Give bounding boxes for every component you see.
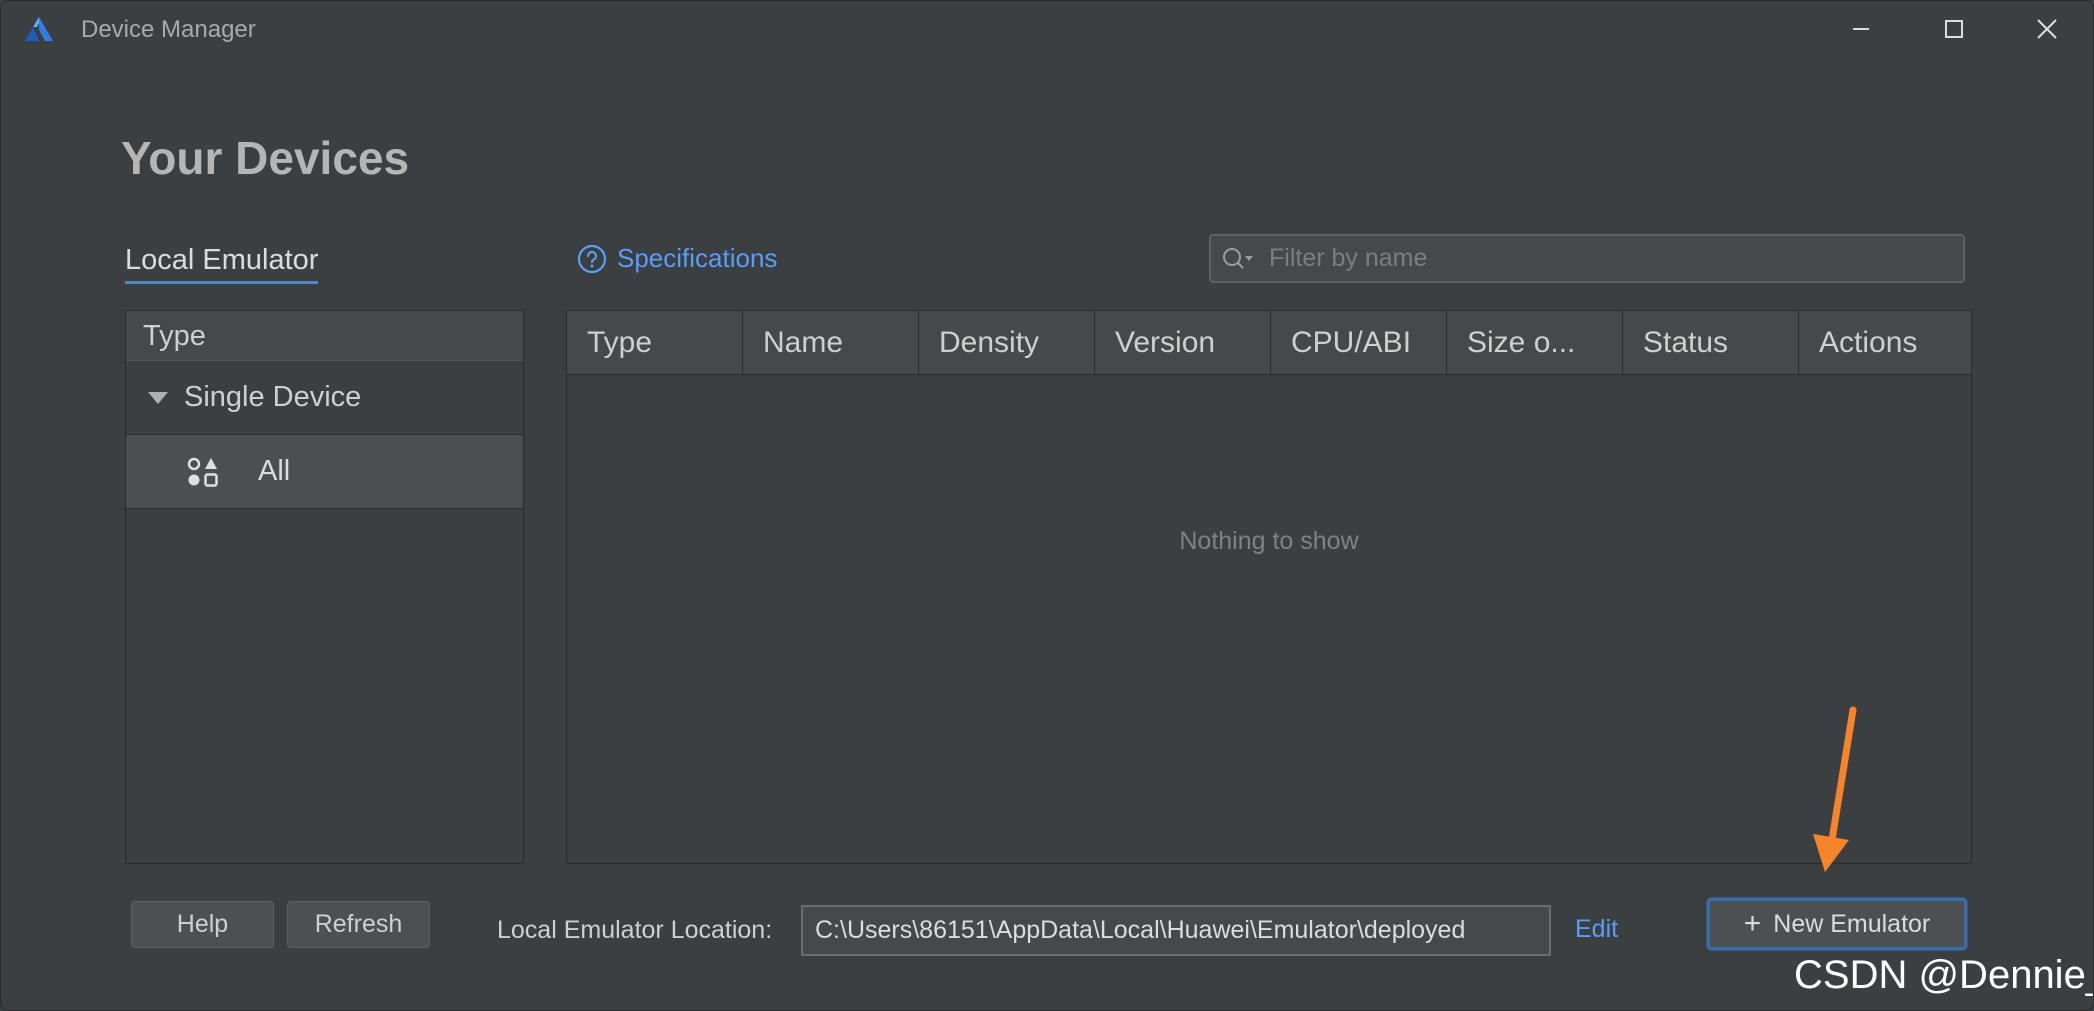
emulator-location-field xyxy=(801,905,1551,956)
search-icon xyxy=(1223,247,1253,269)
tab-local-emulator[interactable]: Local Emulator xyxy=(125,244,319,284)
help-button[interactable]: Help xyxy=(131,901,274,948)
plus-icon: + xyxy=(1743,907,1762,940)
specifications-label: Specifications xyxy=(617,243,778,273)
edit-location-link[interactable]: Edit xyxy=(1575,915,1618,944)
expand-triangle-icon xyxy=(148,391,168,404)
table-header: Type Name Density Version CPU/ABI Size o… xyxy=(567,311,1971,375)
column-header-actions[interactable]: Actions xyxy=(1799,311,1971,374)
app-logo-icon xyxy=(25,17,53,41)
column-header-name[interactable]: Name xyxy=(743,311,919,374)
close-icon xyxy=(2037,19,2057,39)
categories-icon xyxy=(187,457,218,487)
column-header-density[interactable]: Density xyxy=(919,311,1095,374)
type-group-label: Single Device xyxy=(184,381,362,413)
minimize-icon xyxy=(1853,28,1869,30)
column-header-type[interactable]: Type xyxy=(567,311,743,374)
column-header-cpu-abi[interactable]: CPU/ABI xyxy=(1271,311,1447,374)
filter-field xyxy=(1209,234,1965,283)
type-panel: Type Single Device All xyxy=(125,310,524,864)
maximize-icon xyxy=(1945,20,1963,38)
specifications-link[interactable]: Specifications xyxy=(577,243,777,274)
type-item-label: All xyxy=(258,455,291,487)
annotation-arrow-icon xyxy=(1813,706,1857,872)
title-bar: Device Manager xyxy=(1,1,2093,57)
help-circle-icon xyxy=(577,244,607,273)
device-table: Type Name Density Version CPU/ABI Size o… xyxy=(566,310,1972,864)
column-header-version[interactable]: Version xyxy=(1095,311,1271,374)
maximize-button[interactable] xyxy=(1924,9,1984,49)
emulator-location-input[interactable] xyxy=(815,916,1549,945)
refresh-button[interactable]: Refresh xyxy=(287,901,430,948)
filter-input[interactable] xyxy=(1269,244,1929,273)
empty-state-text: Nothing to show xyxy=(1179,527,1359,555)
type-group-single-device[interactable]: Single Device xyxy=(126,361,523,435)
new-emulator-button[interactable]: + New Emulator xyxy=(1707,898,1967,950)
window-title: Device Manager xyxy=(81,16,256,43)
watermark-text: CSDN @Dennie_ xyxy=(1794,953,2094,997)
device-manager-window: Device Manager Your Devices Local Emulat… xyxy=(0,0,2094,1011)
column-header-size[interactable]: Size o... xyxy=(1447,311,1623,374)
type-panel-header: Type xyxy=(126,311,523,361)
type-item-all[interactable]: All xyxy=(126,435,523,509)
page-title: Your Devices xyxy=(121,132,410,184)
emulator-location-label: Local Emulator Location: xyxy=(497,916,773,944)
column-header-status[interactable]: Status xyxy=(1623,311,1799,374)
new-emulator-label: New Emulator xyxy=(1773,909,1931,938)
close-button[interactable] xyxy=(2017,9,2077,49)
minimize-button[interactable] xyxy=(1831,9,1891,49)
